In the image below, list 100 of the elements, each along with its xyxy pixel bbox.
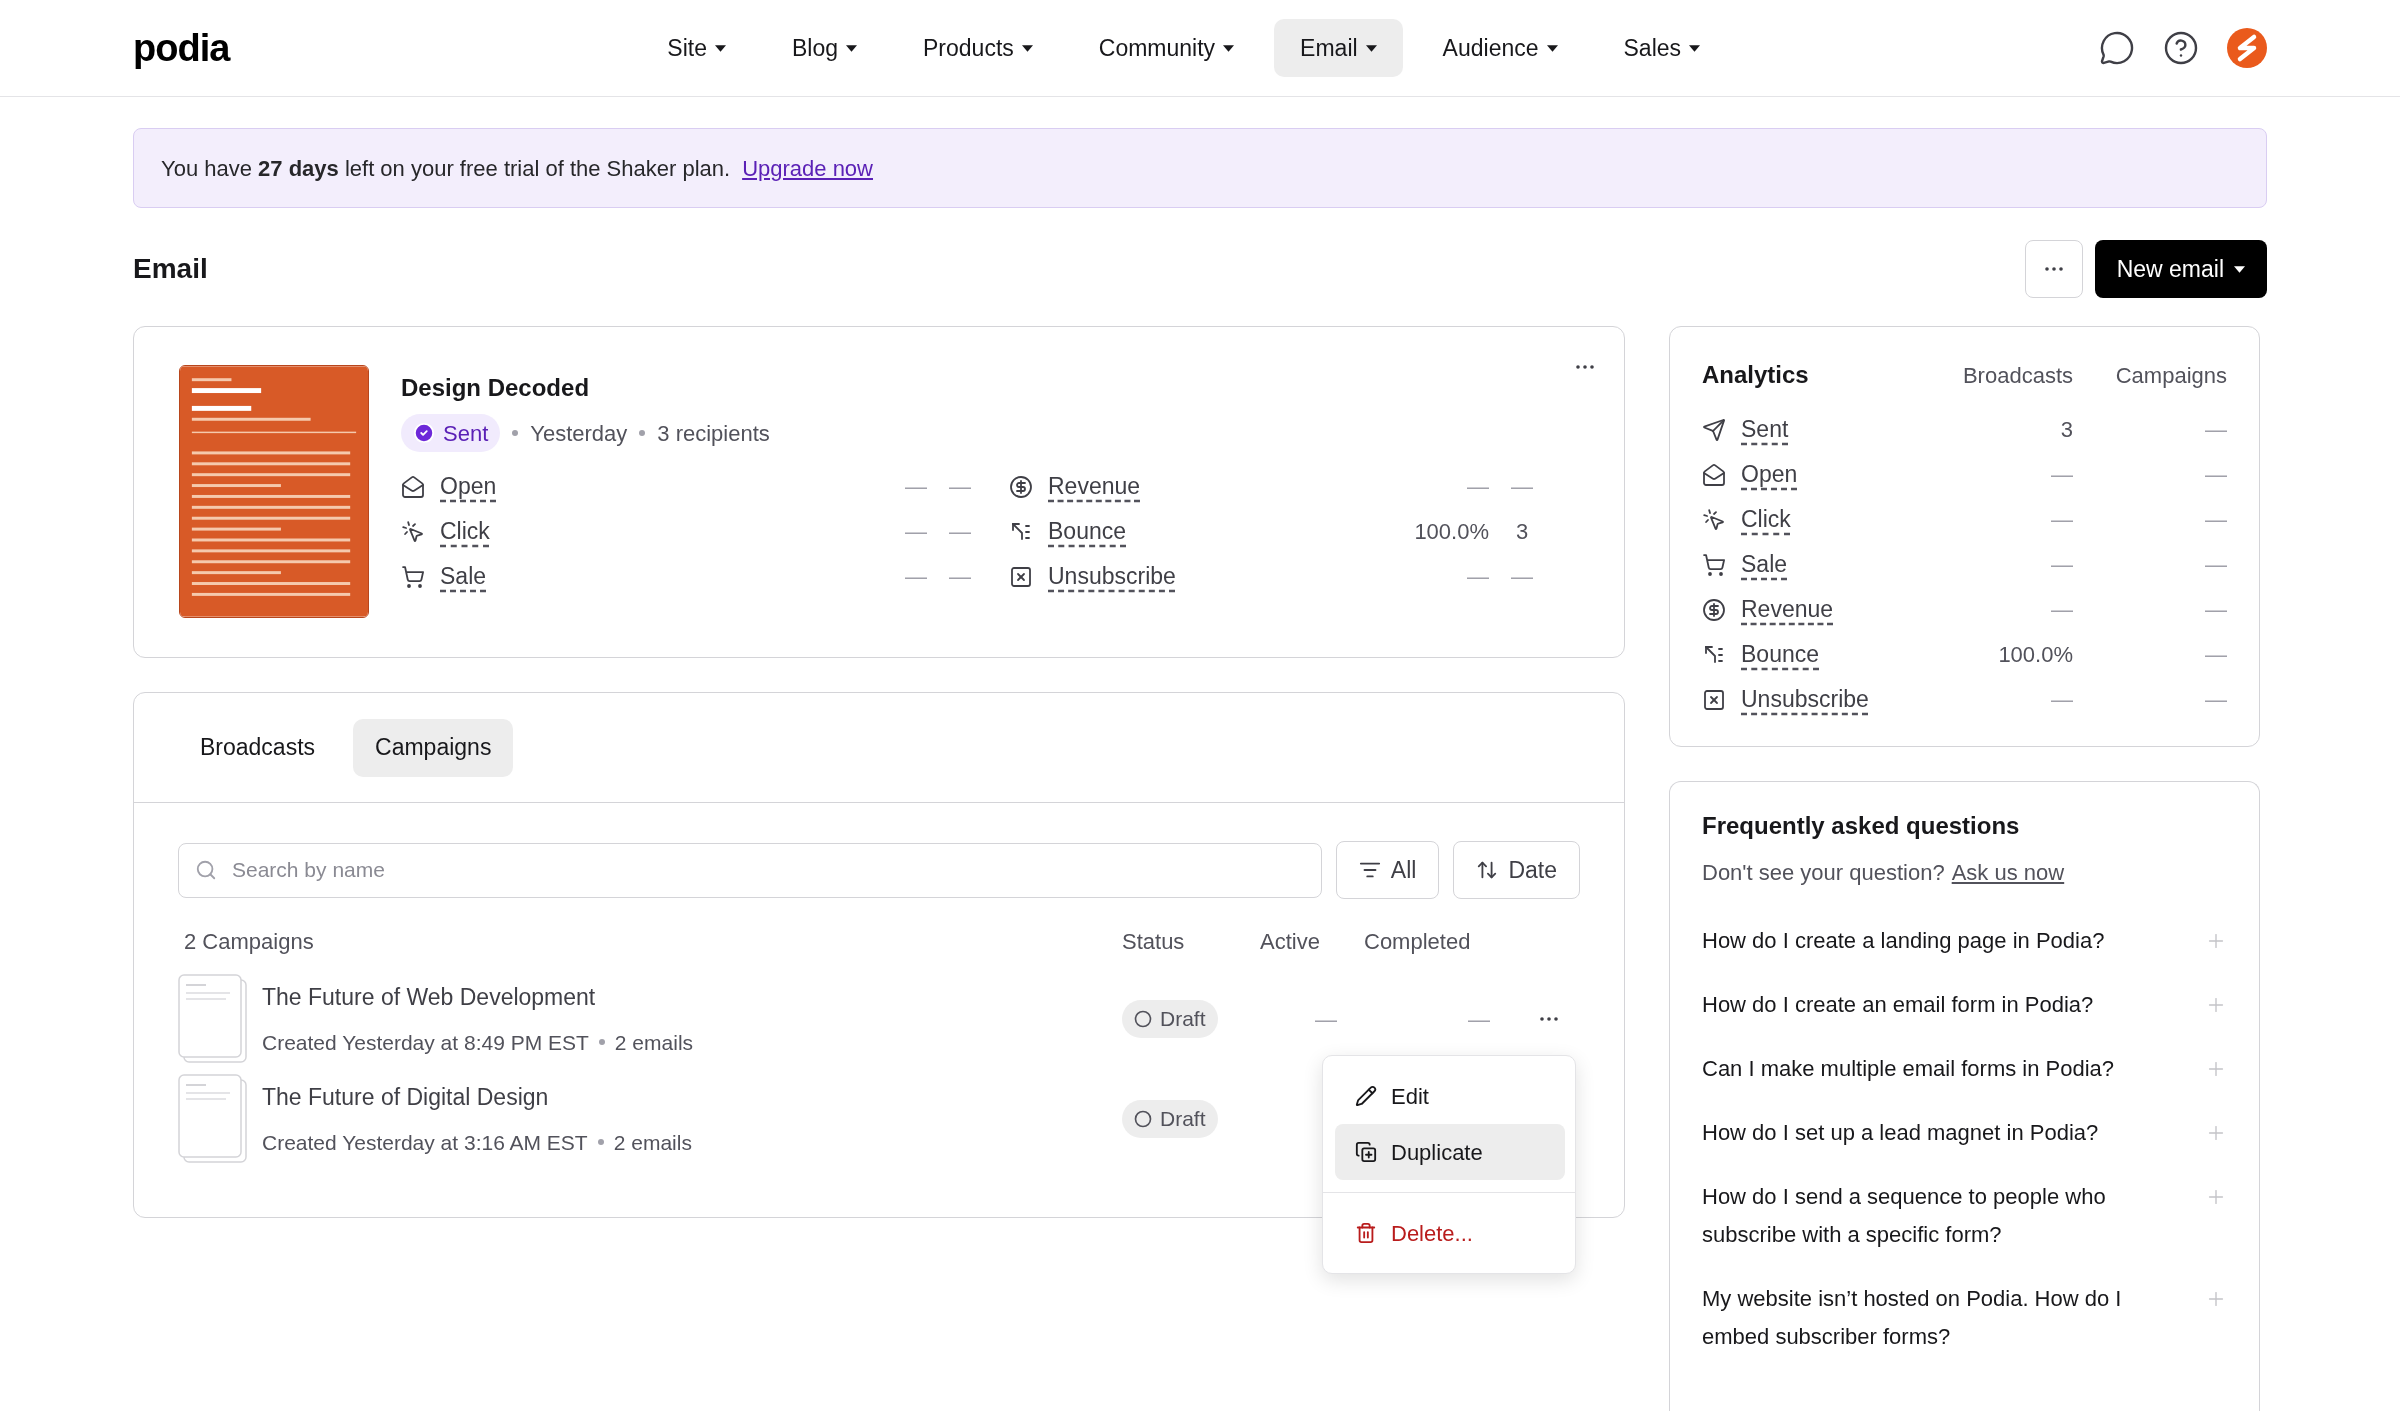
nav-item[interactable]: Sales bbox=[1597, 19, 1727, 77]
caret-icon bbox=[1223, 44, 1235, 52]
faq-item[interactable]: My website isn’t hosted on Podia. How do I embed subscriber forms? bbox=[1702, 1267, 2227, 1369]
logo[interactable]: podia bbox=[133, 19, 230, 77]
metric-label[interactable]: Click bbox=[1741, 502, 1791, 537]
help-icon[interactable] bbox=[2163, 30, 2199, 66]
faq-question: Can I make multiple email forms in Podia? bbox=[1702, 1055, 2116, 1083]
nav-item[interactable]: Audience bbox=[1416, 19, 1584, 77]
metric-value: — bbox=[2205, 462, 2227, 487]
circle-icon bbox=[1134, 1010, 1152, 1028]
metric-value: — bbox=[948, 473, 972, 501]
status-badge: Draft bbox=[1122, 1000, 1218, 1038]
metric-label[interactable]: Sale bbox=[1741, 547, 1788, 582]
faq-item[interactable]: How do I create a landing page in Podia? bbox=[1702, 909, 2227, 973]
campaign-emails: 2 emails bbox=[614, 1029, 694, 1056]
metric-value: 3 bbox=[1514, 518, 1530, 546]
search-field[interactable]: Search by name bbox=[178, 842, 1322, 898]
metric-label[interactable]: Revenue bbox=[1048, 469, 1141, 504]
nav-item[interactable]: Products bbox=[897, 19, 1059, 77]
metric-label[interactable]: Revenue bbox=[1741, 592, 1834, 627]
menu-item[interactable]: Duplicate bbox=[1335, 1124, 1565, 1180]
open-envelope-icon bbox=[1702, 462, 1726, 487]
sort-button[interactable]: Date bbox=[1453, 841, 1580, 899]
campaign-emails: 2 emails bbox=[613, 1129, 692, 1156]
nav-item[interactable]: Email bbox=[1274, 19, 1403, 77]
faq-item[interactable]: How do I send a sequence to people who subscribe with a specific form? bbox=[1702, 1165, 2227, 1267]
check-circle-icon bbox=[413, 422, 435, 444]
nav-item[interactable]: Blog bbox=[765, 19, 883, 77]
faq-question: How do I set up a lead magnet in Podia? bbox=[1702, 1119, 2100, 1147]
nav-item[interactable]: Site bbox=[641, 19, 752, 77]
metric-value: — bbox=[1467, 563, 1489, 591]
menu-item[interactable]: Delete... bbox=[1335, 1205, 1565, 1261]
new-email-button[interactable]: New email bbox=[2094, 240, 2267, 298]
faq-question: My website isn’t hosted on Podia. How do I embed subscriber forms? bbox=[1702, 1285, 2123, 1351]
metric-label[interactable]: Unsubscribe bbox=[1741, 682, 1869, 717]
metric-value: — bbox=[905, 473, 927, 501]
send-icon bbox=[1702, 417, 1726, 442]
faq-prompt: Don't see your question? bbox=[1702, 859, 1945, 887]
metric-value: — bbox=[1510, 563, 1534, 591]
ellipsis-icon[interactable] bbox=[1576, 365, 1594, 369]
metric-label[interactable]: Unsubscribe bbox=[1048, 559, 1176, 594]
metric-value: — bbox=[2205, 507, 2227, 532]
pencil-icon bbox=[1355, 1085, 1377, 1107]
metric-label[interactable]: Open bbox=[1741, 457, 1798, 492]
metric-label[interactable]: Bounce bbox=[1741, 637, 1819, 672]
x-square-icon bbox=[1009, 564, 1033, 589]
metric-value: — bbox=[2051, 597, 2073, 622]
caret-icon bbox=[846, 44, 857, 52]
caret-icon bbox=[1365, 44, 1377, 52]
metric-value: — bbox=[1510, 473, 1534, 501]
faq-title: Frequently asked questions bbox=[1702, 811, 2021, 841]
faq-item[interactable]: How do I create an email form in Podia? bbox=[1702, 973, 2227, 1037]
cart-icon bbox=[1702, 552, 1726, 577]
nav-item[interactable]: Community bbox=[1072, 19, 1261, 77]
metric-value: 100.0% bbox=[1998, 642, 2073, 667]
metric-label[interactable]: Bounce bbox=[1048, 514, 1126, 549]
ellipsis-icon[interactable] bbox=[1540, 1017, 1558, 1021]
metric-value: — bbox=[905, 563, 927, 591]
email-title: Design Decoded bbox=[401, 373, 591, 403]
campaign-created: Created Yesterday at 8:49 PM EST bbox=[262, 1029, 589, 1056]
campaign-title[interactable]: The Future of Digital Design bbox=[262, 1080, 692, 1115]
faq-question: How do I create a landing page in Podia? bbox=[1702, 927, 2106, 955]
campaign-count: 2 Campaigns bbox=[184, 927, 314, 956]
filter-button[interactable]: All bbox=[1335, 841, 1440, 899]
metric-value: — bbox=[2205, 417, 2227, 442]
column-header: Active bbox=[1260, 927, 1321, 956]
status-badge: Draft bbox=[1122, 1100, 1218, 1138]
dollar-icon bbox=[1009, 474, 1033, 499]
metric-label[interactable]: Open bbox=[440, 469, 497, 504]
campaign-created: Created Yesterday at 3:16 AM EST bbox=[262, 1129, 588, 1156]
tab[interactable]: Campaigns bbox=[353, 718, 514, 777]
faq-item[interactable]: How do I set up a lead magnet in Podia? bbox=[1702, 1101, 2227, 1165]
ellipsis-icon bbox=[2044, 267, 2063, 271]
metric-value: — bbox=[948, 518, 972, 546]
chat-icon[interactable] bbox=[2099, 30, 2135, 66]
metric-value: — bbox=[1467, 473, 1489, 501]
open-envelope-icon bbox=[401, 474, 425, 499]
metric-value: — bbox=[2051, 507, 2073, 532]
metric-value: — bbox=[905, 518, 927, 546]
metric-label[interactable]: Sent bbox=[1741, 412, 1789, 447]
ask-link[interactable]: Ask us now bbox=[1951, 856, 2065, 889]
metric-label[interactable]: Sale bbox=[440, 559, 487, 594]
metric-value: — bbox=[2051, 462, 2073, 487]
menu-item[interactable]: Edit bbox=[1335, 1068, 1565, 1124]
column-header: Campaigns bbox=[2114, 361, 2227, 390]
duplicate-icon bbox=[1355, 1141, 1377, 1163]
tab[interactable]: Broadcasts bbox=[178, 718, 338, 777]
metric-value: — bbox=[948, 563, 972, 591]
metric-label[interactable]: Click bbox=[440, 514, 490, 549]
avatar[interactable] bbox=[2227, 28, 2267, 68]
sent-badge: Sent bbox=[401, 414, 501, 452]
campaign-title[interactable]: The Future of Web Development bbox=[262, 980, 694, 1015]
caret-icon bbox=[1021, 44, 1033, 52]
faq-item[interactable]: Can I make multiple email forms in Podia? bbox=[1702, 1037, 2227, 1101]
metric-value: — bbox=[2205, 597, 2227, 622]
upgrade-link[interactable]: Upgrade now bbox=[742, 151, 873, 185]
circle-icon bbox=[1134, 1110, 1152, 1128]
cursor-click-icon bbox=[1702, 507, 1726, 532]
cart-icon bbox=[401, 564, 425, 589]
caret-icon bbox=[1546, 44, 1558, 52]
